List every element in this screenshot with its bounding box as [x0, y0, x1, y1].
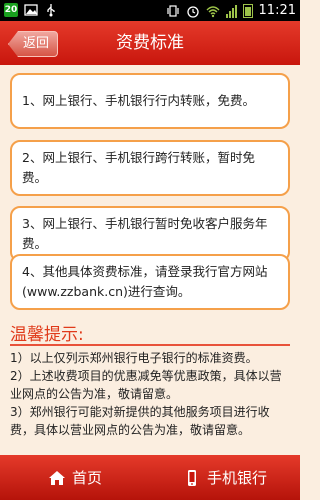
- status-bar: 20 11:21: [0, 0, 300, 21]
- fee-card: 1、网上银行、手机银行行内转账，免费。: [10, 73, 290, 129]
- fee-card-text: 4、其他具体资费标准，请登录我行官方网站(www.zzbank.cn)进行查询。: [22, 264, 268, 299]
- nav-mobile-bank[interactable]: 手机银行: [150, 455, 300, 500]
- usb-icon: [47, 4, 55, 17]
- fee-card-text: 1、网上银行、手机银行行内转账，免费。: [22, 93, 255, 108]
- vibrate-icon: [166, 4, 179, 17]
- tip-item: 3）郑州银行可能对新提供的其他服务项目进行收费，具体以营业网点的公告为准，敬请留…: [10, 405, 270, 437]
- fee-card-text: 3、网上银行、手机银行暂时免收客户服务年费。: [22, 216, 268, 251]
- tips-body: 1）以上仅列示郑州银行电子银行的标准资费。 2）上述收费项目的优惠减免等优惠政策…: [10, 349, 292, 439]
- nav-home[interactable]: 首页: [0, 455, 150, 500]
- wifi-icon: [206, 5, 220, 17]
- tips-divider: [10, 344, 290, 346]
- title-bar: 资费标准 返回: [0, 21, 300, 65]
- fee-content: 1、网上银行、手机银行行内转账，免费。 2、网上银行、手机银行跨行转账，暂时免费…: [0, 65, 300, 455]
- battery-icon: [242, 3, 253, 18]
- tip-item: 2）上述收费项目的优惠减免等优惠政策，具体以营业网点的公告为准，敬请留意。: [10, 369, 282, 401]
- phone-icon: [187, 469, 196, 486]
- image-icon: [24, 4, 38, 16]
- tip-item: 1）以上仅列示郑州银行电子银行的标准资费。: [10, 351, 258, 365]
- nav-home-label: 首页: [71, 469, 102, 487]
- fee-card: 4、其他具体资费标准，请登录我行官方网站(www.zzbank.cn)进行查询。: [10, 254, 290, 310]
- status-time: 11:21: [258, 3, 296, 18]
- fee-card-text: 2、网上银行、手机银行跨行转账，暂时免费。: [22, 150, 255, 185]
- alarm-icon: [186, 5, 199, 18]
- notification-badge: 20: [4, 3, 18, 17]
- nav-mobile-bank-label: 手机银行: [206, 469, 267, 487]
- bottom-nav: 首页 手机银行: [0, 455, 300, 500]
- tips-title: 温馨提示:: [10, 325, 84, 345]
- signal-icon: [225, 4, 237, 18]
- back-button[interactable]: 返回: [8, 31, 58, 57]
- home-icon: [48, 470, 65, 485]
- fee-card: 2、网上银行、手机银行跨行转账，暂时免费。: [10, 140, 290, 196]
